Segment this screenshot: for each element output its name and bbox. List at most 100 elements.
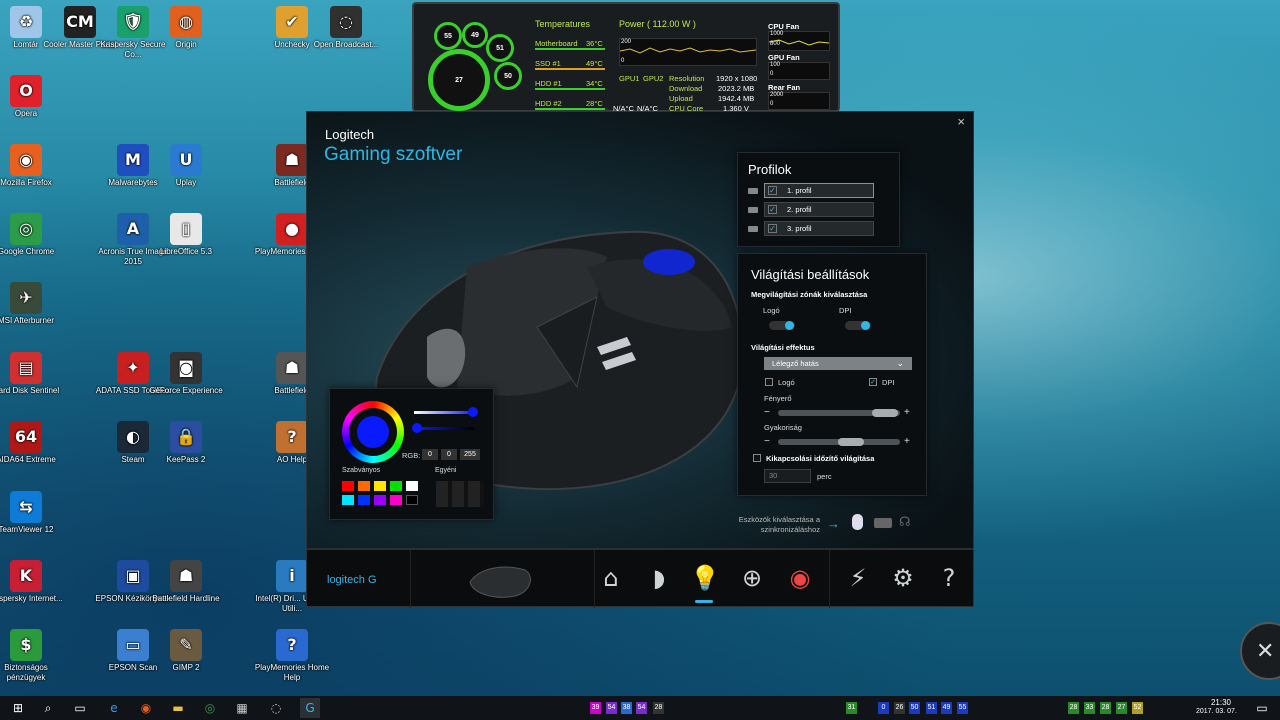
color-swatch[interactable] (374, 495, 386, 505)
desktop-icon-aida64[interactable]: 64 AIDA64 Extreme (0, 421, 66, 465)
color-swatch[interactable] (358, 495, 370, 505)
desktop-icon-bf-hardline[interactable]: ☗ Battlefield Hardline (146, 560, 226, 604)
taskbar-app-icon[interactable]: ▦ (232, 698, 252, 718)
close-button[interactable]: × (957, 114, 965, 129)
logo-checkbox[interactable] (765, 378, 773, 386)
color-swatch[interactable] (358, 481, 370, 491)
desktop-icon-libreoffice[interactable]: ▯ LibreOffice 5.3 (146, 213, 226, 257)
tray-sensor-value[interactable]: 54 (636, 702, 647, 714)
timeout-spinner[interactable]: 30 (764, 469, 811, 483)
desktop-icon-opera[interactable]: O Opera (0, 75, 66, 119)
desktop-icon-keepass[interactable]: 🔒 KeePass 2 (146, 421, 226, 465)
effect-dropdown[interactable]: Lélegző hatás ⌄ (764, 357, 912, 370)
cpu-fan-mid: 800 (770, 41, 781, 47)
desktop-icon-gimp[interactable]: ✎ GIMP 2 (146, 629, 226, 673)
customize-buttons-icon[interactable]: ◗ (641, 560, 677, 596)
notification-icon[interactable]: ▭ (1252, 698, 1272, 718)
red-input[interactable]: 0 (422, 449, 438, 460)
desktop-icon-help[interactable]: ? PlayMemories Home Help (252, 629, 332, 683)
sync-keyboard-icon[interactable] (874, 518, 892, 528)
surface-tuning-icon[interactable]: ⊕ (734, 560, 770, 596)
color-swatch[interactable] (342, 481, 354, 491)
zone-logo-toggle[interactable] (769, 321, 795, 330)
home-icon[interactable]: ⌂ (593, 560, 629, 596)
effect-dropdown-value: Lélegző hatás (772, 359, 819, 368)
desktop-icon-chrome[interactable]: ◎ Google Chrome (0, 213, 66, 257)
taskbar-obs-icon[interactable]: ◌ (266, 698, 286, 718)
taskbar-logitech-icon[interactable]: G (300, 698, 320, 718)
tray-sensor-value[interactable]: 49 (941, 702, 952, 714)
device-mouse-thumbnail[interactable] (465, 562, 535, 598)
heatmap-icon[interactable]: ◉ (782, 560, 818, 596)
clock[interactable]: 21:30 (1206, 697, 1236, 708)
desktop-icon-obs[interactable]: ◌ Open Broadcast... (306, 6, 386, 50)
start-button[interactable]: ⊞ (8, 698, 28, 718)
gear-icon[interactable]: ⚙ (885, 560, 921, 596)
frequency-minus[interactable]: − (764, 436, 770, 447)
frequency-slider-thumb[interactable] (838, 438, 864, 446)
brightness-slider[interactable] (778, 409, 900, 417)
tray-sensor-value[interactable]: 39 (590, 702, 601, 714)
desktop-icon-safe-money[interactable]: $ Biztonságos pénzügyek (0, 629, 66, 683)
color-swatch[interactable] (406, 481, 418, 491)
sync-mouse-icon[interactable] (852, 514, 863, 530)
task-view-icon[interactable]: ▭ (70, 698, 90, 718)
color-swatch[interactable] (342, 495, 354, 505)
sync-headset-icon[interactable]: ☊ (899, 515, 911, 530)
blue-input[interactable]: 255 (460, 449, 480, 460)
desktop-icon-firefox[interactable]: ◉ Mozilla Firefox (0, 144, 66, 188)
tray-sensor-value[interactable]: 54 (606, 702, 617, 714)
tray-sensor-value[interactable]: 0 (878, 702, 889, 714)
saturation-slider[interactable] (414, 407, 478, 417)
color-swatch[interactable] (406, 495, 418, 505)
desktop-icon-uplay[interactable]: U Uplay (146, 144, 226, 188)
desktop-icon-geforce[interactable]: ◙ GeForce Experience (146, 352, 226, 396)
profile-2[interactable]: ✓ 2. profil (764, 202, 874, 217)
tray-sensor-value[interactable]: 28 (1068, 702, 1079, 714)
lighting-icon[interactable]: 💡 (687, 560, 723, 596)
tray-sensor-value[interactable]: 50 (909, 702, 920, 714)
desktop-icon-origin[interactable]: ◍ Origin (146, 6, 226, 50)
edge-icon[interactable]: e (104, 698, 124, 718)
tray-sensor-value[interactable]: 26 (894, 702, 905, 714)
tray-sensor-value[interactable]: 31 (846, 702, 857, 714)
zone-dpi-toggle[interactable] (845, 321, 871, 330)
desktop-icon-hard-disk-sentinel[interactable]: ▤ Hard Disk Sentinel (0, 352, 66, 396)
profile-3[interactable]: ✓ 3. profil (764, 221, 874, 236)
dpi-checkbox[interactable]: ✓ (869, 378, 877, 386)
desktop-icon-teamviewer[interactable]: ⇆ TeamViewer 12 (0, 491, 66, 535)
desktop-icon-msi-afterburner[interactable]: ✈ MSI Afterburner (0, 282, 66, 326)
help-icon[interactable]: ? (931, 560, 967, 596)
tray-sensor-value[interactable]: 28 (1100, 702, 1111, 714)
profile-2-checkbox[interactable]: ✓ (768, 205, 777, 214)
frequency-plus[interactable]: + (904, 436, 910, 447)
green-input[interactable]: 0 (441, 449, 457, 460)
file-explorer-icon[interactable]: ▬ (168, 698, 188, 718)
profile-1-checkbox[interactable]: ✓ (768, 186, 777, 195)
brightness-minus[interactable]: − (764, 407, 770, 418)
color-swatch[interactable] (374, 481, 386, 491)
profile-3-checkbox[interactable]: ✓ (768, 224, 777, 233)
search-icon[interactable]: ⌕ (38, 698, 58, 718)
taskbar-chrome-icon[interactable]: ◎ (200, 698, 220, 718)
color-swatch[interactable] (390, 481, 402, 491)
tray-sensor-value[interactable]: 52 (1132, 702, 1143, 714)
tray-sensor-value[interactable]: 27 (1116, 702, 1127, 714)
profile-1[interactable]: ✓ 1. profil (764, 183, 874, 198)
tray-sensor-value[interactable]: 28 (653, 702, 664, 714)
taskbar-firefox-icon[interactable]: ◉ (136, 698, 156, 718)
timeout-checkbox[interactable] (753, 454, 761, 462)
color-swatch[interactable] (390, 495, 402, 505)
tray-sensor-value[interactable]: 55 (957, 702, 968, 714)
brightness-plus[interactable]: + (904, 407, 910, 418)
custom-swatches[interactable] (436, 481, 484, 507)
brightness-color-slider[interactable] (412, 423, 474, 433)
desktop-icon-kaspersky[interactable]: K Kaspersky Internet... (0, 560, 66, 604)
frequency-slider[interactable] (778, 438, 900, 446)
tray-sensor-value[interactable]: 38 (621, 702, 632, 714)
brightness-slider-thumb[interactable] (872, 409, 898, 417)
arx-control-icon[interactable]: ⚡ (840, 560, 876, 596)
color-wheel[interactable] (342, 401, 404, 463)
tray-sensor-value[interactable]: 51 (926, 702, 937, 714)
tray-sensor-value[interactable]: 33 (1084, 702, 1095, 714)
